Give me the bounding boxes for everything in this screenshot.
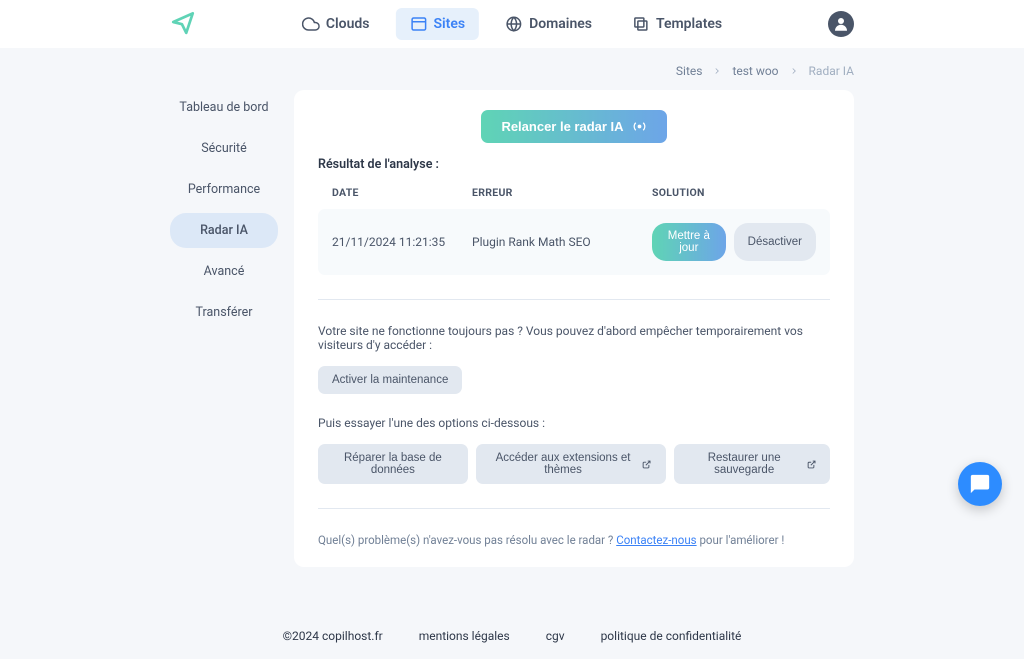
divider (318, 299, 830, 300)
options-text: Puis essayer l'une des options ci-dessou… (318, 416, 830, 430)
nav-label: Sites (433, 16, 465, 32)
table-header: DATE ERREUR SOLUTION (318, 186, 830, 209)
divider (318, 508, 830, 509)
access-label: Accéder aux extensions et thèmes (490, 452, 637, 476)
breadcrumb-sites[interactable]: Sites (676, 64, 703, 78)
nav-label: Domaines (529, 16, 592, 32)
external-link-icon (807, 459, 816, 470)
access-extensions-button[interactable]: Accéder aux extensions et thèmes (476, 444, 666, 484)
chat-icon (969, 473, 991, 495)
col-solution-header: SOLUTION (652, 186, 816, 199)
row-date: 21/11/2024 11:21:35 (332, 235, 472, 249)
activate-maintenance-button[interactable]: Activer la maintenance (318, 366, 462, 394)
external-link-icon (642, 459, 651, 470)
broadcast-icon (632, 119, 647, 134)
nav-sites[interactable]: Sites (395, 8, 479, 40)
cloud-icon (302, 15, 320, 33)
footer-policy[interactable]: politique de confidentialité (601, 629, 742, 643)
templates-icon (632, 15, 650, 33)
table-row: 21/11/2024 11:21:35 Plugin Rank Math SEO… (318, 209, 830, 275)
avatar[interactable] (828, 11, 854, 37)
feedback-note: Quel(s) problème(s) n'avez-vous pas réso… (318, 533, 830, 547)
page-footer: ©2024 copilhost.fr mentions légales cgv … (0, 587, 1024, 659)
footer-copy: ©2024 copilhost.fr (283, 629, 383, 643)
breadcrumb: Sites test woo Radar IA (0, 48, 1024, 78)
deactivate-button[interactable]: Désactiver (734, 223, 816, 261)
sidebar-item-avance[interactable]: Avancé (170, 254, 278, 289)
sidebar-item-tableau[interactable]: Tableau de bord (170, 90, 278, 125)
col-error-header: ERREUR (472, 186, 652, 199)
logo[interactable] (170, 9, 196, 39)
sites-icon (409, 15, 427, 33)
repair-db-button[interactable]: Réparer la base de données (318, 444, 468, 484)
chat-bubble[interactable] (958, 462, 1002, 506)
nav-label: Clouds (326, 16, 370, 32)
globe-icon (505, 15, 523, 33)
feedback-after: pour l'améliorer ! (697, 533, 785, 547)
section-title: Résultat de l'analyse : (318, 157, 830, 172)
cta-label: Relancer le radar IA (501, 119, 623, 134)
row-error: Plugin Rank Math SEO (472, 235, 652, 249)
feedback-before: Quel(s) problème(s) n'avez-vous pas réso… (318, 533, 616, 547)
nav-templates[interactable]: Templates (618, 8, 736, 40)
content-panel: Relancer le radar IA Résultat de l'analy… (294, 90, 854, 567)
footer-mentions[interactable]: mentions légales (419, 629, 510, 643)
breadcrumb-testwoo[interactable]: test woo (732, 64, 778, 78)
update-button[interactable]: Mettre à jour (652, 223, 726, 261)
sidebar-item-radar[interactable]: Radar IA (170, 213, 278, 248)
nav-label: Templates (656, 16, 722, 32)
sidebar-item-transferer[interactable]: Transférer (170, 295, 278, 330)
breadcrumb-radar: Radar IA (809, 64, 854, 78)
chevron-right-icon (789, 66, 799, 76)
relaunch-radar-button[interactable]: Relancer le radar IA (481, 110, 666, 143)
sidebar-item-securite[interactable]: Sécurité (170, 131, 278, 166)
nav-clouds[interactable]: Clouds (288, 8, 384, 40)
restore-backup-button[interactable]: Restaurer une sauvegarde (674, 444, 831, 484)
maintenance-text: Votre site ne fonctionne toujours pas ? … (318, 324, 830, 352)
sidebar-item-performance[interactable]: Performance (170, 172, 278, 207)
contact-link[interactable]: Contactez-nous (616, 533, 696, 547)
restore-label: Restaurer une sauvegarde (688, 452, 801, 476)
col-date-header: DATE (332, 186, 472, 199)
nav-domaines[interactable]: Domaines (491, 8, 606, 40)
footer-cgv[interactable]: cgv (546, 629, 565, 643)
chevron-right-icon (712, 66, 722, 76)
